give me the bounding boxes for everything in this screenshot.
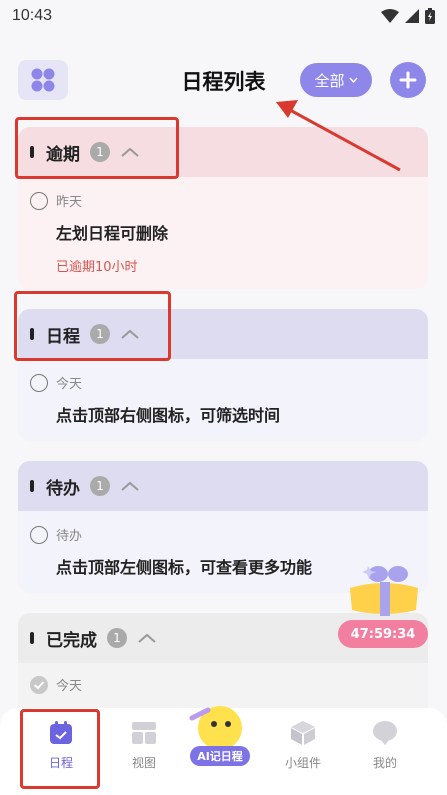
task-title: 点击顶部右侧图标，可筛选时间 [56,406,281,425]
section-header[interactable]: 待办 1 [18,461,428,511]
tab-label: 视图 [131,756,156,770]
chevron-down-icon [348,77,358,83]
wifi-icon [381,9,399,23]
page-title: 日程列表 [181,70,266,94]
task-checkbox[interactable] [30,191,48,210]
cube-icon [291,721,315,745]
filter-button[interactable]: 全部 [300,63,372,97]
task-date: 今天 [56,679,83,694]
task-date: 昨天 [56,195,83,210]
status-bar: 10:43 [0,0,447,32]
task-date: 待办 [56,529,83,544]
filter-label: 全部 [314,71,345,90]
status-icons [381,8,435,24]
signal-icon [405,9,419,23]
battery-icon [425,8,435,24]
section-marker [30,480,34,492]
section-label: 待办 [46,478,80,499]
task-item[interactable]: 今天 [18,663,428,694]
chevron-up-icon[interactable] [120,480,140,492]
overdue-note: 已逾期10小时 [56,260,138,275]
annotation-box-schedule [14,291,171,361]
tab-label: 小组件 [284,756,321,770]
task-date: 今天 [56,377,83,392]
section-label: 已完成 [46,630,97,651]
tab-view[interactable]: 视图 [109,720,179,771]
clock: 10:43 [12,7,53,24]
tab-label: 我的 [372,756,397,770]
profile-icon [373,721,397,745]
tab-widgets[interactable]: 小组件 [268,720,338,771]
task-title: 左划日程可删除 [56,224,169,243]
layout-icon [132,722,156,744]
countdown-timer[interactable]: 47:59:34 [338,620,428,648]
task-checkbox[interactable] [30,373,48,392]
annotation-box-tab [20,709,100,789]
annotation-box-overdue [15,117,179,179]
tab-mine[interactable]: 我的 [350,720,420,771]
task-item[interactable]: 今天 点击顶部右侧图标，可筛选时间 [18,359,428,426]
section-marker [30,632,34,644]
ai-record-button[interactable]: AI记日程 [190,746,250,766]
plus-icon [399,71,417,89]
count-badge: 1 [90,476,110,496]
header: 日程列表 全部 [0,54,447,106]
task-checkbox[interactable] [30,525,48,544]
check-circle-icon[interactable] [30,675,48,694]
task-item[interactable]: 昨天 左划日程可删除 已逾期10小时 [18,177,428,275]
add-button[interactable] [390,62,426,98]
chevron-up-icon[interactable] [137,632,157,644]
count-badge: 1 [107,628,127,648]
